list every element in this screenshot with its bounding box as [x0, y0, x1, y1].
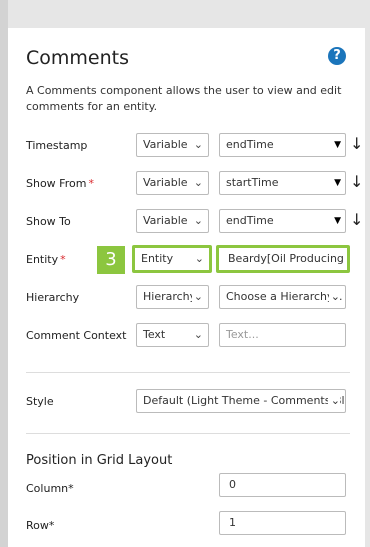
chevron-down-icon: ⌄	[327, 390, 340, 412]
timestamp-label: Timestamp	[26, 139, 88, 152]
row-input[interactable]: 1	[219, 511, 346, 535]
chevron-down-icon: ⌄	[193, 138, 203, 151]
top-edge	[8, 0, 370, 28]
arrow-down-icon[interactable]: ↓	[350, 134, 363, 153]
timestamp-type-select[interactable]: Variable ⌄	[136, 133, 209, 157]
left-strip	[0, 0, 8, 547]
divider	[26, 372, 350, 373]
show-from-label: Show From *	[26, 177, 94, 190]
chevron-down-icon: ⌄	[194, 252, 204, 265]
chevron-down-icon: ⌄	[193, 214, 203, 227]
show-from-value-select[interactable]: startTime ▼	[219, 171, 346, 195]
triangle-down-icon: ▼	[334, 140, 341, 150]
show-from-type-select[interactable]: Variable ⌄	[136, 171, 209, 195]
hierarchy-type-select[interactable]: Hierarchy ⌄	[136, 285, 209, 309]
grid-layout-title: Position in Grid Layout	[26, 453, 173, 468]
chevron-down-icon: ⌄	[193, 328, 203, 341]
chevron-down-icon: ⌄	[328, 286, 340, 308]
entity-value-input[interactable]: Beardy[Oil Producing \	[216, 245, 350, 273]
entity-label: Entity *	[26, 253, 66, 266]
arrow-down-icon[interactable]: ↓	[350, 210, 363, 229]
triangle-down-icon: ▼	[334, 216, 341, 226]
row-label: Row*	[26, 519, 55, 532]
chevron-down-icon: ⌄	[191, 286, 203, 308]
arrow-down-icon[interactable]: ↓	[350, 172, 363, 191]
hierarchy-label: Hierarchy	[26, 291, 80, 304]
show-to-type-select[interactable]: Variable ⌄	[136, 209, 209, 233]
comment-context-type-select[interactable]: Text ⌄	[136, 323, 209, 347]
help-icon[interactable]: ?	[328, 47, 346, 65]
column-input[interactable]: 0	[219, 473, 346, 497]
chevron-down-icon: ⌄	[193, 176, 203, 189]
show-to-value-select[interactable]: endTime ▼	[219, 209, 346, 233]
panel-title: Comments	[26, 47, 129, 69]
panel-description: A Comments component allows the user to …	[26, 84, 342, 113]
style-select[interactable]: Default (Light Theme - Comments Blo ⌄	[136, 389, 346, 413]
comment-context-label: Comment Context	[26, 329, 127, 342]
entity-type-select[interactable]: Entity ⌄	[132, 245, 212, 273]
divider	[26, 433, 350, 434]
hierarchy-value-select[interactable]: Choose a Hierarchy... ⌄	[219, 285, 346, 309]
triangle-down-icon: ▼	[334, 178, 341, 188]
comment-context-input[interactable]: Text...	[219, 323, 346, 347]
timestamp-value-select[interactable]: endTime ▼	[219, 133, 346, 157]
step-badge: 3	[97, 246, 125, 274]
style-label: Style	[26, 395, 54, 408]
column-label: Column*	[26, 482, 74, 495]
show-to-label: Show To	[26, 215, 71, 228]
